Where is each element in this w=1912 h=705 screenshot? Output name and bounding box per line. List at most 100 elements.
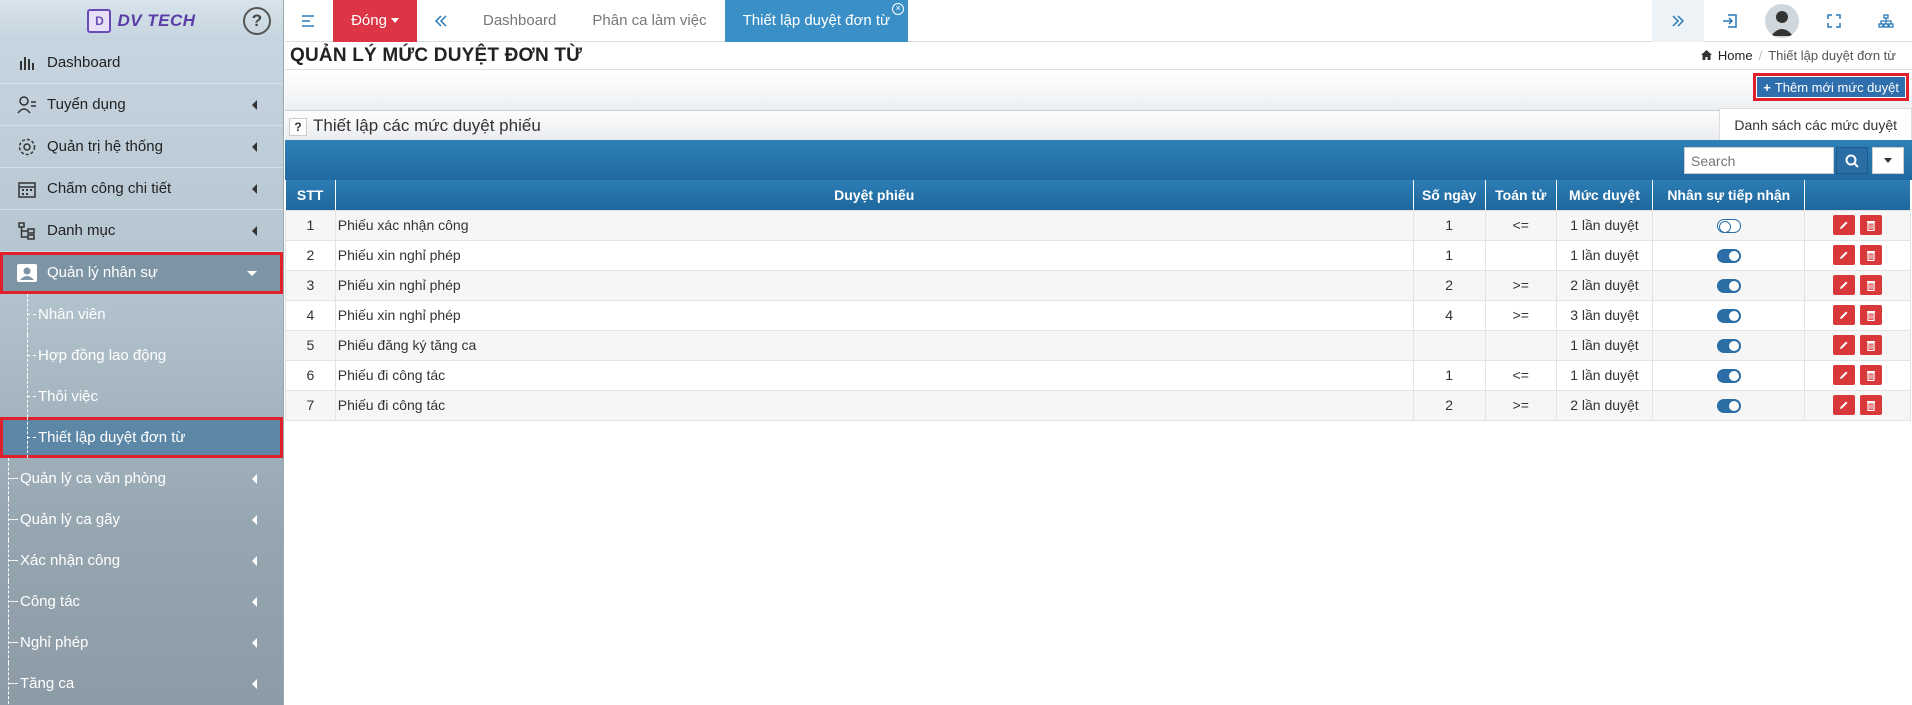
menu-toggle-button[interactable] bbox=[285, 0, 333, 42]
sidebar-subitem-contracts[interactable]: Hợp đồng lao động bbox=[0, 335, 283, 376]
add-approval-level-label: Thêm mới mức duyệt bbox=[1774, 79, 1899, 95]
add-approval-level-button[interactable]: + Thêm mới mức duyệt bbox=[1753, 73, 1909, 101]
edit-button[interactable] bbox=[1833, 395, 1856, 415]
edit-button[interactable] bbox=[1833, 305, 1856, 325]
tab-scroll-right-button[interactable] bbox=[1652, 0, 1704, 42]
sidebar-item-office-shift[interactable]: Quản lý ca văn phòng bbox=[0, 458, 283, 499]
sidebar-item-label: Quản lý nhân sự bbox=[47, 264, 158, 281]
sitemap-icon bbox=[1878, 14, 1894, 28]
column-header-form[interactable]: Duyệt phiếu bbox=[335, 180, 1414, 210]
column-dropdown-button[interactable] bbox=[1872, 147, 1904, 174]
cell-actions bbox=[1804, 209, 1911, 241]
sidebar-subitem-approval-settings[interactable]: Thiết lập duyệt đơn từ bbox=[0, 417, 283, 458]
table-row: 6 Phiếu đi công tác 1 <= 1 lần duyệt bbox=[285, 359, 1911, 391]
edit-button[interactable] bbox=[1833, 365, 1856, 385]
close-tab-icon[interactable]: × bbox=[892, 2, 905, 15]
column-header-receiver[interactable]: Nhân sự tiếp nhận bbox=[1652, 180, 1806, 210]
delete-button[interactable] bbox=[1860, 215, 1883, 235]
breadcrumb-separator: / bbox=[1758, 48, 1763, 63]
logo[interactable]: D DV TECH bbox=[87, 9, 195, 33]
breadcrumb-home-link[interactable]: Home bbox=[1718, 48, 1753, 63]
edit-button[interactable] bbox=[1833, 215, 1856, 235]
sidebar-item-categories[interactable]: Danh mục bbox=[0, 210, 283, 252]
question-icon[interactable]: ? bbox=[289, 118, 307, 136]
cell-receiver bbox=[1652, 389, 1806, 421]
sidebar-item-overtime[interactable]: Tăng ca bbox=[0, 663, 283, 704]
sidebar-item-hr-management[interactable]: Quản lý nhân sự bbox=[0, 252, 283, 294]
sidebar-item-system-admin[interactable]: Quản trị hệ thống bbox=[0, 126, 283, 168]
receiver-toggle[interactable] bbox=[1716, 339, 1741, 354]
sidebar-item-recruitment[interactable]: Tuyển dụng bbox=[0, 84, 283, 126]
search-button[interactable] bbox=[1836, 147, 1868, 174]
chevron-left-icon bbox=[252, 474, 257, 484]
column-header-days[interactable]: Số ngày bbox=[1413, 180, 1486, 210]
table-body: 1 Phiếu xác nhận công 1 <= 1 lần duyệt 2 Phiếu… bbox=[285, 209, 1911, 421]
delete-button[interactable] bbox=[1860, 365, 1883, 385]
delete-button[interactable] bbox=[1860, 245, 1883, 265]
caret-down-icon bbox=[390, 18, 399, 23]
receiver-toggle[interactable] bbox=[1716, 219, 1741, 234]
edit-button[interactable] bbox=[1833, 275, 1856, 295]
tab-scroll-left-button[interactable] bbox=[417, 0, 465, 42]
column-header-stt[interactable]: STT bbox=[285, 180, 336, 210]
receiver-toggle[interactable] bbox=[1716, 249, 1741, 264]
close-dropdown-button[interactable]: Đóng bbox=[333, 0, 417, 42]
chevron-left-icon bbox=[252, 638, 257, 648]
sidebar-item-business-trip[interactable]: Công tác bbox=[0, 581, 283, 622]
column-header-operator[interactable]: Toán tử bbox=[1485, 180, 1557, 210]
receiver-toggle[interactable] bbox=[1716, 279, 1741, 294]
trash-icon bbox=[1867, 280, 1876, 291]
delete-button[interactable] bbox=[1860, 305, 1883, 325]
trash-icon bbox=[1867, 220, 1876, 231]
sidebar-item-leave[interactable]: Nghỉ phép bbox=[0, 622, 283, 663]
sidebar-subitem-resignation[interactable]: Thôi việc bbox=[0, 376, 283, 417]
cell-operator bbox=[1484, 239, 1557, 271]
delete-button[interactable] bbox=[1860, 275, 1883, 295]
delete-button[interactable] bbox=[1860, 395, 1883, 415]
chevron-left-icon bbox=[252, 679, 257, 689]
expand-icon bbox=[1827, 14, 1841, 28]
topbar: Đóng Dashboard Phân ca làm việc Thiết lậ… bbox=[285, 0, 1912, 42]
user-avatar-button[interactable] bbox=[1756, 0, 1808, 42]
table-row: 4 Phiếu xin nghỉ phép 4 >= 3 lần duyệt bbox=[285, 299, 1911, 331]
sidebar-item-attendance[interactable]: Chấm công chi tiết bbox=[0, 168, 283, 210]
org-chart-button[interactable] bbox=[1860, 0, 1912, 42]
edit-button[interactable] bbox=[1833, 245, 1856, 265]
pencil-icon bbox=[1840, 221, 1848, 229]
cell-stt: 3 bbox=[285, 269, 336, 301]
sidebar-item-dashboard[interactable]: Dashboard bbox=[0, 42, 283, 84]
delete-button[interactable] bbox=[1860, 335, 1883, 355]
cell-stt: 4 bbox=[285, 299, 336, 331]
sidebar-item-work-confirmation[interactable]: Xác nhận công bbox=[0, 540, 283, 581]
search-icon bbox=[1845, 154, 1859, 168]
cell-operator: >= bbox=[1484, 389, 1557, 421]
cell-operator: <= bbox=[1484, 209, 1557, 241]
sidebar-item-label: Dashboard bbox=[47, 54, 121, 71]
logo-icon: D bbox=[87, 9, 112, 33]
sidebar-subitem-employees[interactable]: Nhân viên bbox=[0, 294, 283, 335]
tab-shift-assignment[interactable]: Phân ca làm việc bbox=[574, 0, 724, 42]
plus-icon: + bbox=[1763, 79, 1771, 95]
cell-stt: 6 bbox=[285, 359, 336, 391]
cell-stt: 2 bbox=[285, 239, 336, 271]
fullscreen-button[interactable] bbox=[1808, 0, 1860, 42]
sidebar-subitem-label: Nhân viên bbox=[38, 306, 106, 323]
receiver-toggle[interactable] bbox=[1716, 369, 1741, 384]
receiver-toggle[interactable] bbox=[1716, 399, 1741, 414]
sidebar-item-label: Chấm công chi tiết bbox=[47, 180, 172, 197]
receiver-toggle[interactable] bbox=[1716, 309, 1741, 324]
search-input[interactable] bbox=[1684, 147, 1834, 174]
sidebar-item-split-shift[interactable]: Quản lý ca gãy bbox=[0, 499, 283, 540]
cell-days: 2 bbox=[1412, 389, 1486, 421]
chevron-left-icon bbox=[252, 226, 257, 236]
logout-button[interactable] bbox=[1704, 0, 1756, 42]
tab-dashboard[interactable]: Dashboard bbox=[465, 0, 574, 42]
page-title: QUẢN LÝ MỨC DUYỆT ĐƠN TỪ bbox=[290, 45, 583, 66]
tab-approval-list[interactable]: Danh sách các mức duyệt bbox=[1719, 108, 1912, 140]
cell-operator bbox=[1484, 329, 1557, 361]
help-button[interactable]: ? bbox=[243, 7, 271, 35]
edit-button[interactable] bbox=[1833, 335, 1856, 355]
calendar-icon bbox=[16, 179, 38, 199]
column-header-level[interactable]: Mức duyệt bbox=[1556, 180, 1654, 210]
tab-approval-settings[interactable]: Thiết lập duyệt đơn từ × bbox=[724, 0, 909, 42]
